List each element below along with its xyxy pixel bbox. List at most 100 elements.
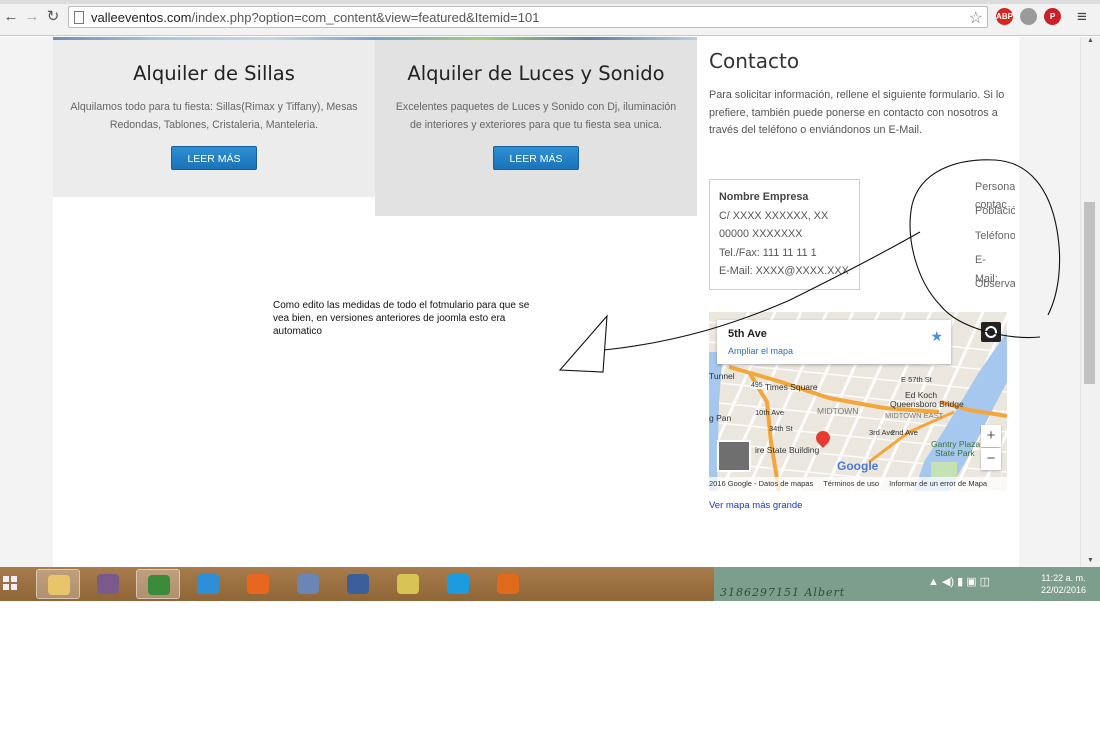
company-name: Nombre Empresa (719, 191, 809, 203)
map-label-times-square: Times Square (765, 382, 818, 392)
map-label-pan: g Pan (709, 413, 732, 423)
map-label-midtown-east: MIDTOWN EAST (885, 411, 944, 420)
reload-icon[interactable]: ↻ (45, 9, 61, 25)
map-place-name: 5th Ave (728, 328, 767, 340)
map-footer: 2016 Google - Datos de mapas Términos de… (709, 477, 1007, 491)
label-telefono: Teléfono (975, 230, 1015, 242)
read-more-button[interactable]: LEER MÁS (171, 146, 257, 170)
page-icon (74, 11, 84, 24)
clock-time: 11:22 a. m. (1041, 573, 1086, 583)
map-label-state-park: State Park (935, 448, 975, 458)
zoom-out-button[interactable]: − (981, 448, 1001, 470)
feature-text: Alquilamos todo para tu fiesta: Sillas(R… (70, 101, 358, 131)
map-terms-link[interactable]: Términos de uso (823, 479, 879, 488)
contact-module: Contacto Para solicitar información, rel… (709, 37, 1019, 567)
taskbar-button[interactable] (36, 569, 80, 599)
taskbar-button[interactable] (236, 569, 280, 599)
map-view-toggle-icon[interactable] (981, 322, 1001, 342)
map-label-queensboro: Queensboro Bridge (890, 399, 964, 409)
map-enlarge-link[interactable]: Ampliar el mapa (728, 346, 793, 356)
taskbar-button[interactable] (86, 569, 130, 599)
map-label-tunnel: Tunnel (709, 371, 735, 381)
calculator-icon (297, 574, 319, 594)
extension-gear-icon[interactable] (1020, 8, 1037, 25)
blank-area (0, 601, 1100, 742)
contact-intro: Para solicitar información, rellene el s… (709, 89, 1005, 136)
map-label-57th-st: E 57th St (901, 375, 932, 384)
map-place-card: 5th Ave Ampliar el mapa ★ (717, 320, 951, 364)
satellite-thumbnail[interactable] (717, 440, 751, 472)
address-bar[interactable]: valleeventos.com/index.php?option=com_co… (68, 6, 988, 28)
media-player-icon (497, 574, 519, 594)
contact-title: Contacto (709, 49, 800, 73)
url-domain: valleeventos.com (91, 10, 192, 25)
read-more-button[interactable]: LEER MÁS (493, 146, 579, 170)
save-star-icon[interactable]: ★ (930, 328, 943, 345)
map-report-link[interactable]: Informar de un error de Mapa (889, 479, 987, 488)
map-label-midtown: MIDTOWN (817, 406, 859, 416)
adblock-plus-icon[interactable]: ABP (996, 8, 1013, 25)
pinterest-icon[interactable]: P (1044, 8, 1061, 25)
zoom-in-button[interactable]: + (981, 425, 1001, 447)
label-observaciones: Observaciones (975, 278, 1015, 290)
forward-arrow-icon[interactable]: → (24, 9, 40, 25)
google-map[interactable]: Times Square 495 MIDTOWN MIDTOWN EAST Ed… (709, 312, 1007, 491)
chrome-icon (148, 575, 170, 595)
label-poblacion: Población (975, 205, 1015, 217)
screenshot: ← → ↻ valleeventos.com/index.php?option=… (0, 0, 1100, 742)
map-label-state-building: ire State Building (755, 445, 820, 455)
map-label-route: 495 (749, 382, 765, 389)
file-explorer-icon (48, 575, 70, 595)
taskbar-button[interactable] (486, 569, 530, 599)
taskbar-button[interactable] (386, 569, 430, 599)
system-tray: 3186297151 Albert ▲ ◀) ▮ ▣ ◫ 11:22 a. m.… (714, 567, 1100, 601)
map-label-2nd-ave: 2nd Ave (891, 428, 918, 437)
chrome-menu-icon[interactable]: ≡ (1074, 8, 1090, 25)
feature-sillas: Alquiler de Sillas Alquilamos todo para … (53, 40, 375, 197)
annotation-note: Como edito las medidas de todo el fotmul… (273, 300, 530, 337)
browser-toolbar: ← → ↻ valleeventos.com/index.php?option=… (0, 0, 1100, 36)
view-larger-map-link[interactable]: Ver mapa más grande (709, 500, 802, 511)
scrollbar-thumb[interactable] (1084, 202, 1095, 384)
start-button[interactable] (3, 576, 19, 592)
label-persona: Persona de contacto (975, 181, 1015, 193)
page-viewport: Alquiler de Sillas Alquilamos todo para … (0, 37, 1080, 567)
feature-title: Alquiler de Luces y Sonido (407, 62, 665, 85)
address-phone: Tel./Fax: 111 11 11 1 (719, 246, 817, 259)
network-icon (347, 574, 369, 594)
state-park-area (931, 462, 957, 478)
feature-text: Excelentes paquetes de Luces y Sonido co… (395, 101, 677, 131)
tray-icons[interactable]: ▲ ◀) ▮ ▣ ◫ (928, 575, 990, 588)
taskbar-button[interactable] (286, 569, 330, 599)
address-street: C/ XXXX XXXXXX, XX (719, 209, 829, 222)
internet-explorer-icon (197, 574, 219, 594)
page-scrollbar[interactable]: ▲ ▼ (1080, 37, 1100, 567)
address-box: Nombre Empresa C/ XXXX XXXXXX, XX 00000 … (709, 179, 860, 290)
back-arrow-icon[interactable]: ← (3, 9, 19, 25)
firefox-icon (247, 574, 269, 594)
address-email: E-Mail: XXXX@XXXX.XXX (719, 265, 849, 277)
system-clock[interactable]: 11:22 a. m. 22/02/2016 (1041, 572, 1086, 596)
scroll-up-icon[interactable]: ▲ (1087, 37, 1094, 44)
taskbar-button[interactable] (436, 569, 480, 599)
scroll-down-icon[interactable]: ▼ (1087, 557, 1094, 564)
taskbar-button[interactable] (136, 569, 180, 599)
site-container: Alquiler de Sillas Alquilamos todo para … (53, 37, 1019, 567)
tab-strip (0, 0, 1100, 4)
skype-icon (447, 574, 469, 594)
google-logo: Google (837, 459, 879, 473)
tray-handwritten-label: 3186297151 Albert (720, 586, 846, 599)
feature-luces-sonido: Alquiler de Luces y Sonido Excelentes pa… (375, 40, 697, 216)
folder-icon (397, 574, 419, 594)
bookmark-star-icon[interactable]: ☆ (969, 8, 983, 28)
itunes-icon (97, 574, 119, 594)
taskbar-button[interactable] (336, 569, 380, 599)
label-email: E- (975, 254, 986, 266)
windows-taskbar: 3186297151 Albert ▲ ◀) ▮ ▣ ◫ 11:22 a. m.… (0, 567, 1100, 601)
clock-date: 22/02/2016 (1040, 585, 1086, 595)
address-postal: 00000 XXXXXXX (719, 228, 803, 240)
url-path: /index.php?option=com_content&view=featu… (191, 10, 540, 25)
taskbar-button[interactable] (186, 569, 230, 599)
feature-title: Alquiler de Sillas (133, 62, 295, 85)
map-label-34th-st: 34th St (769, 424, 793, 433)
